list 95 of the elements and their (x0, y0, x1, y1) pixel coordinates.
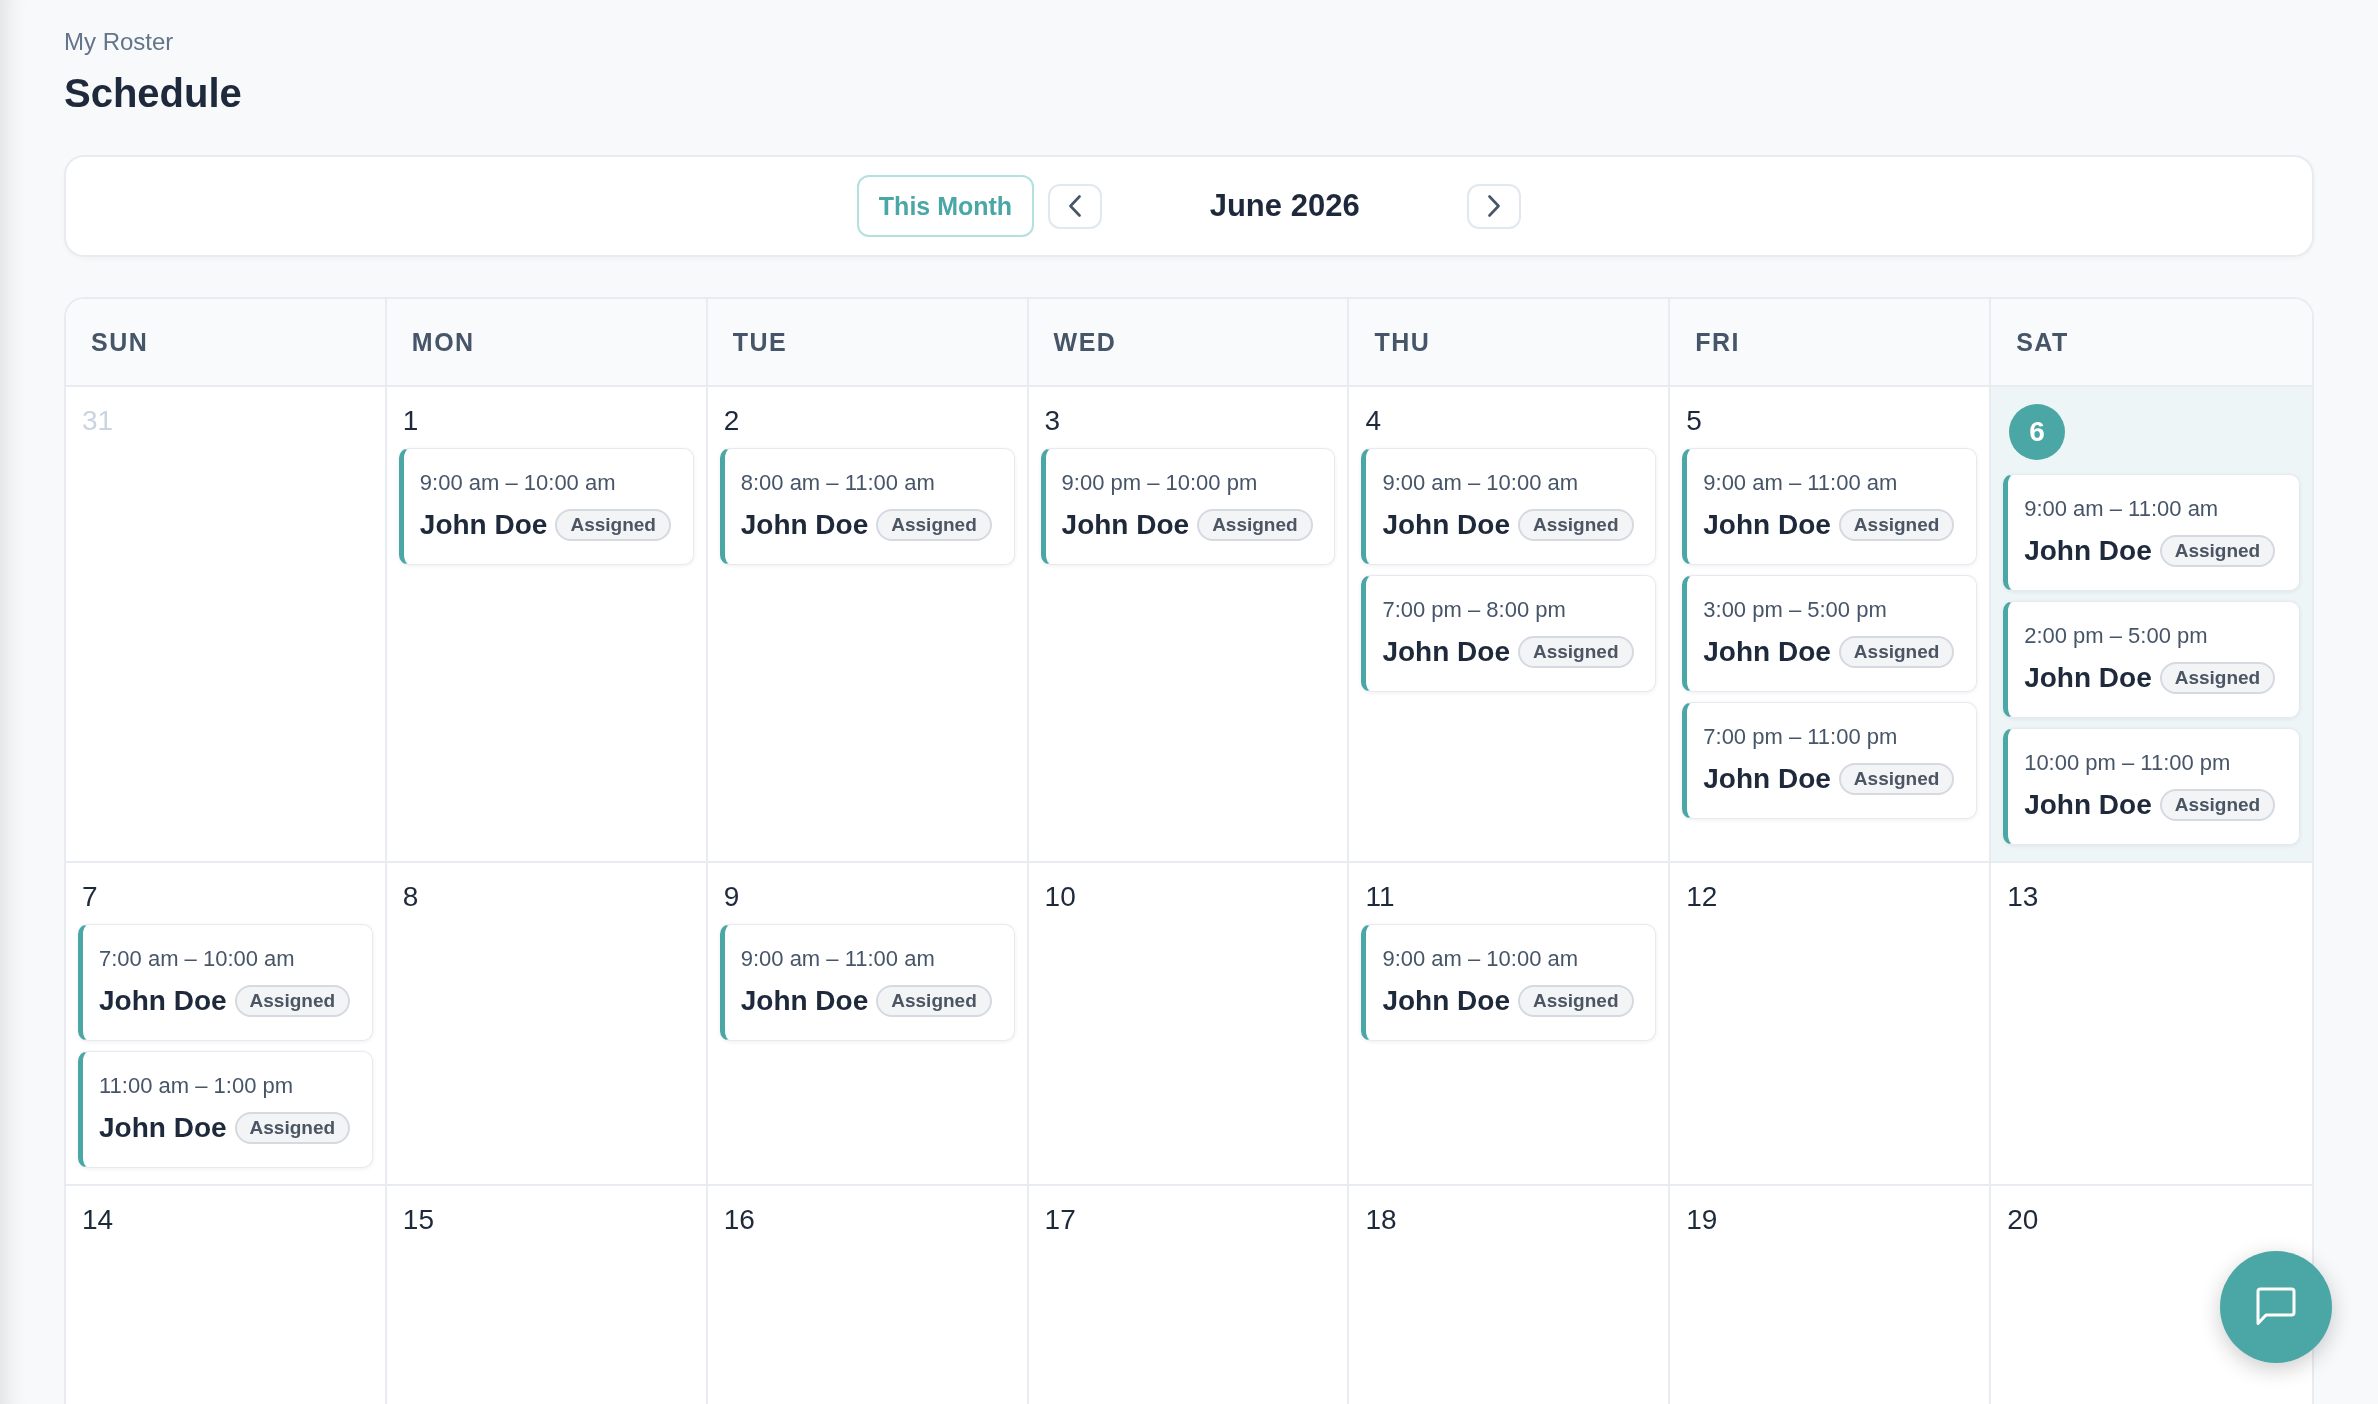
shift-time: 11:00 am – 1:00 pm (99, 1072, 294, 1100)
employee-name: John Doe (1703, 762, 1831, 796)
employee-name: John Doe (2024, 534, 2152, 568)
status-badge: Assigned (1518, 985, 1634, 1017)
previous-month-button[interactable] (1048, 183, 1103, 229)
employee-name: John Doe (740, 984, 869, 1018)
weekday-label: WED (1053, 327, 1117, 357)
speech-bubble-icon (2256, 1287, 2296, 1327)
status-badge: Assigned (2159, 535, 2276, 567)
shift-card[interactable]: 9:00 am – 11:00 am John Doe Assigned (2003, 474, 2300, 591)
employee-name: John Doe (1382, 508, 1510, 542)
day-number: 16 (722, 1203, 755, 1237)
chevron-right-icon (1488, 195, 1501, 217)
shift-card[interactable]: 7:00 am – 10:00 am John Doe Assigned (78, 924, 373, 1041)
day-number: 7 (81, 880, 98, 914)
weekday-label: MON (411, 327, 475, 357)
employee-name: John Doe (1703, 635, 1831, 669)
day-number: 11 (1364, 880, 1395, 914)
page-title: Schedule (64, 70, 242, 117)
shift-time: 7:00 pm – 8:00 pm (1382, 596, 1566, 624)
day-number: 8 (401, 880, 419, 914)
shift-time: 9:00 am – 10:00 am (419, 469, 616, 497)
day-number: 10 (1043, 880, 1076, 914)
shift-time: 2:00 pm – 5:00 pm (2024, 622, 2208, 650)
shift-time: 9:00 am – 11:00 am (1703, 469, 1898, 497)
weekday-label: FRI (1695, 327, 1741, 357)
day-number: 4 (1364, 404, 1381, 438)
status-badge: Assigned (1197, 509, 1313, 541)
day-number: 9 (722, 880, 740, 914)
status-badge: Assigned (234, 1112, 351, 1144)
status-badge: Assigned (2159, 662, 2276, 694)
status-badge: Assigned (1518, 509, 1634, 541)
shift-card[interactable]: 3:00 pm – 5:00 pm John Doe Assigned (1682, 575, 1978, 692)
shift-time: 9:00 am – 11:00 am (740, 945, 935, 973)
status-badge: Assigned (876, 985, 992, 1017)
month-label: June 2026 (1208, 188, 1361, 224)
weekday-label: SAT (2016, 327, 2069, 357)
employee-name: John Doe (1061, 508, 1190, 542)
shift-time: 7:00 pm – 11:00 pm (1703, 723, 1898, 751)
status-badge: Assigned (1838, 636, 1955, 668)
employee-name: John Doe (1382, 984, 1510, 1018)
shift-card[interactable]: 7:00 pm – 8:00 pm John Doe Assigned (1361, 575, 1657, 692)
day-number: 5 (1685, 404, 1702, 438)
employee-name: John Doe (99, 984, 227, 1018)
shift-card[interactable]: 9:00 am – 10:00 am John Doe Assigned (1361, 924, 1657, 1041)
day-number: 13 (2006, 880, 2039, 914)
day-number: 18 (1364, 1203, 1397, 1237)
status-badge: Assigned (2159, 789, 2276, 821)
shift-card[interactable]: 2:00 pm – 5:00 pm John Doe Assigned (2003, 601, 2300, 718)
status-badge: Assigned (1838, 763, 1955, 795)
shift-card[interactable]: 7:00 pm – 11:00 pm John Doe Assigned (1682, 702, 1978, 819)
employee-name: John Doe (740, 508, 869, 542)
shift-card[interactable]: 9:00 am – 10:00 am John Doe Assigned (1361, 448, 1657, 565)
weekday-label: THU (1374, 327, 1431, 357)
shift-time: 3:00 pm – 5:00 pm (1703, 596, 1887, 624)
next-month-button[interactable] (1467, 183, 1522, 229)
employee-name: John Doe (419, 508, 548, 542)
shift-card[interactable]: 9:00 am – 10:00 am John Doe Assigned (398, 448, 694, 565)
day-number: 3 (1043, 404, 1061, 438)
status-badge: Assigned (555, 509, 671, 541)
day-number: 12 (1685, 880, 1718, 914)
status-badge: Assigned (1838, 509, 1955, 541)
shift-card[interactable]: 9:00 pm – 10:00 pm John Doe Assigned (1040, 448, 1336, 565)
day-number: 2 (722, 404, 740, 438)
breadcrumb: My Roster (64, 27, 174, 57)
employee-name: John Doe (99, 1111, 227, 1145)
day-number: 17 (1043, 1203, 1076, 1237)
day-number: 1 (401, 404, 419, 438)
shift-card[interactable]: 9:00 am – 11:00 am John Doe Assigned (719, 924, 1015, 1041)
shift-card[interactable]: 10:00 pm – 11:00 pm John Doe Assigned (2003, 728, 2300, 845)
day-number: 6 (2009, 404, 2066, 460)
status-badge: Assigned (876, 509, 992, 541)
shift-time: 7:00 am – 10:00 am (99, 945, 295, 973)
employee-name: John Doe (1703, 508, 1831, 542)
shift-card[interactable]: 11:00 am – 1:00 pm John Doe Assigned (78, 1051, 373, 1168)
shift-time: 9:00 am – 10:00 am (1382, 945, 1579, 973)
shift-time: 9:00 am – 10:00 am (1382, 469, 1579, 497)
shift-time: 8:00 am – 11:00 am (740, 469, 935, 497)
shift-time: 10:00 pm – 11:00 pm (2024, 749, 2231, 777)
weekday-label: SUN (91, 327, 149, 357)
day-number: 15 (401, 1203, 434, 1237)
status-badge: Assigned (234, 985, 351, 1017)
employee-name: John Doe (1382, 635, 1510, 669)
shift-card[interactable]: 9:00 am – 11:00 am John Doe Assigned (1682, 448, 1978, 565)
day-number: 20 (2006, 1203, 2039, 1237)
shift-card[interactable]: 8:00 am – 11:00 am John Doe Assigned (719, 448, 1015, 565)
status-badge: Assigned (1518, 636, 1634, 668)
employee-name: John Doe (2024, 661, 2152, 695)
employee-name: John Doe (2024, 788, 2152, 822)
chevron-left-icon (1069, 195, 1082, 217)
weekday-label: TUE (732, 327, 788, 357)
shift-time: 9:00 am – 11:00 am (2024, 495, 2219, 523)
day-number: 14 (81, 1203, 114, 1237)
shift-time: 9:00 pm – 10:00 pm (1061, 469, 1258, 497)
day-number: 19 (1685, 1203, 1718, 1237)
